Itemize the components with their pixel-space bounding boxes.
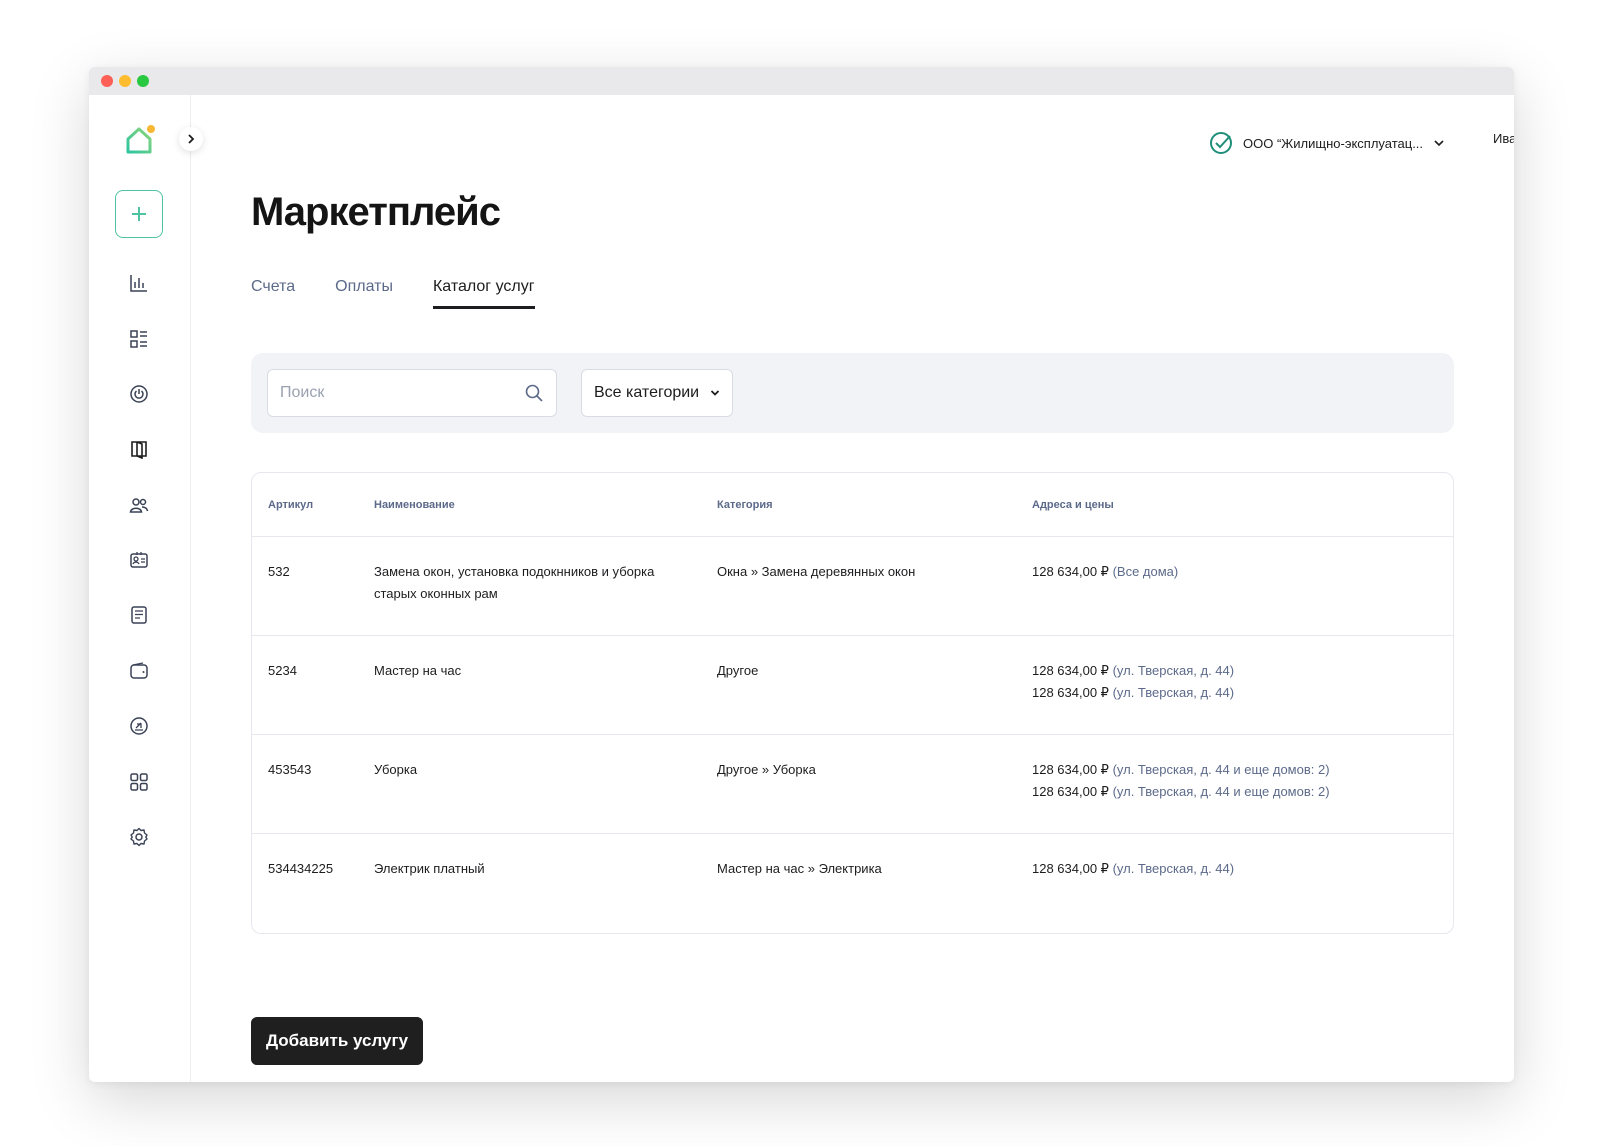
app-window: ООО “Жилищно-эксплуатац... Иван Маркетпл… [89, 67, 1514, 1082]
price-line: 128 634,00 ₽ (ул. Тверская, д. 44) [1032, 660, 1453, 682]
price-address: (Все дома) [1112, 564, 1179, 579]
book-icon [131, 441, 147, 459]
bar-chart-icon [130, 275, 147, 292]
table-row[interactable]: 5234 Мастер на час Другое 128 634,00 ₽ (… [252, 636, 1453, 735]
price-line: 128 634,00 ₽ (ул. Тверская, д. 44 и еще … [1032, 781, 1453, 803]
minimize-window-button[interactable] [119, 75, 131, 87]
price-address: (ул. Тверская, д. 44) [1112, 663, 1235, 678]
cell-category: Другое [717, 663, 759, 678]
tabs: Счета Оплаты Каталог услуг [251, 278, 575, 309]
services-table: Артикул Наименование Категория Адреса и … [251, 472, 1454, 934]
payment-icon [130, 717, 148, 735]
nav-marketplace[interactable] [127, 437, 151, 461]
nav-settings[interactable] [127, 825, 151, 849]
cell-category: Мастер на час » Электрика [717, 861, 882, 876]
column-header-name[interactable]: Наименование [374, 499, 717, 511]
cell-name: Электрик платный [374, 861, 485, 876]
cell-prices: 128 634,00 ₽ (Все дома) [1032, 561, 1453, 635]
add-service-button[interactable]: Добавить услугу [251, 1017, 423, 1065]
user-name: Иван [1493, 131, 1514, 146]
nav-analytics[interactable] [127, 271, 151, 295]
main-content: ООО “Жилищно-эксплуатац... Иван Маркетпл… [191, 95, 1514, 1082]
settings-icon [130, 827, 148, 847]
column-header-prices[interactable]: Адреса и цены [1032, 499, 1453, 511]
nav-power[interactable] [127, 382, 151, 406]
cell-prices: 128 634,00 ₽ (ул. Тверская, д. 44 и еще … [1032, 759, 1453, 833]
price-value: 128 634,00 ₽ [1032, 685, 1109, 700]
apps-grid-icon [130, 773, 148, 791]
window-titlebar [89, 67, 1514, 95]
table-row[interactable]: 453543 Уборка Другое » Уборка 128 634,00… [252, 735, 1453, 834]
price-address: (ул. Тверская, д. 44 и еще домов: 2) [1112, 762, 1330, 777]
price-line: 128 634,00 ₽ (ул. Тверская, д. 44 и еще … [1032, 759, 1453, 781]
home-logo-icon[interactable] [123, 123, 157, 157]
maximize-window-button[interactable] [137, 75, 149, 87]
page-title: Маркетплейс [251, 190, 501, 234]
price-line: 128 634,00 ₽ (ул. Тверская, д. 44) [1032, 858, 1453, 880]
price-address: (ул. Тверская, д. 44) [1112, 861, 1235, 876]
table-row[interactable]: 532 Замена окон, установка подокнников и… [252, 537, 1453, 636]
search-input[interactable] [280, 384, 524, 402]
search-icon[interactable] [524, 383, 544, 403]
filter-bar: Все категории [251, 353, 1454, 433]
id-card-icon [130, 552, 148, 568]
nav-documents[interactable] [127, 603, 151, 627]
cell-name: Уборка [374, 762, 418, 777]
price-address: (ул. Тверская, д. 44 и еще домов: 2) [1112, 784, 1330, 799]
cell-category: Другое » Уборка [717, 762, 816, 777]
category-select[interactable]: Все категории [581, 369, 733, 417]
organization-selector[interactable]: ООО “Жилищно-эксплуатац... [1209, 131, 1445, 155]
sidebar [89, 95, 203, 1082]
price-line: 128 634,00 ₽ (ул. Тверская, д. 44) [1032, 682, 1453, 704]
nav-payments[interactable] [127, 714, 151, 738]
chevron-down-icon [1434, 140, 1444, 147]
nav-wallet[interactable] [127, 659, 151, 683]
tab-service-catalog[interactable]: Каталог услуг [432, 278, 535, 309]
column-header-category[interactable]: Категория [717, 499, 1032, 511]
table-header: Артикул Наименование Категория Адреса и … [252, 473, 1453, 537]
wallet-icon [130, 662, 148, 679]
close-window-button[interactable] [101, 75, 113, 87]
verified-check-icon [1210, 132, 1232, 154]
cell-prices: 128 634,00 ₽ (ул. Тверская, д. 44) 128 6… [1032, 660, 1453, 734]
price-value: 128 634,00 ₽ [1032, 564, 1109, 579]
organization-name: ООО “Жилищно-эксплуатац... [1243, 135, 1424, 151]
cell-sku: 453543 [268, 762, 312, 777]
cell-category: Окна » Замена деревянных окон [717, 564, 916, 579]
add-icon [132, 207, 146, 221]
nav-dashboard[interactable] [127, 327, 151, 351]
nav-id-card[interactable] [127, 548, 151, 572]
table-row[interactable]: 534434225 Электрик платный Мастер на час… [252, 834, 1453, 933]
tab-payments[interactable]: Оплаты [335, 278, 393, 309]
category-select-value: Все категории [594, 384, 700, 401]
power-icon [130, 385, 148, 403]
chevron-down-icon [710, 390, 720, 396]
dashboard-list-icon [130, 330, 147, 348]
cell-sku: 532 [268, 564, 290, 579]
chevron-right-icon [188, 134, 195, 144]
document-icon [131, 606, 147, 624]
nav-apps[interactable] [127, 770, 151, 794]
users-icon [129, 498, 149, 513]
price-line: 128 634,00 ₽ (Все дома) [1032, 561, 1453, 583]
price-value: 128 634,00 ₽ [1032, 861, 1109, 876]
add-button[interactable] [115, 190, 163, 238]
tab-invoices[interactable]: Счета [251, 278, 295, 309]
cell-sku: 5234 [268, 663, 297, 678]
cell-name: Мастер на час [374, 663, 462, 678]
nav-users[interactable] [127, 493, 151, 517]
search-field [267, 369, 557, 417]
column-header-sku[interactable]: Артикул [252, 499, 374, 511]
cell-sku: 534434225 [268, 861, 334, 876]
cell-prices: 128 634,00 ₽ (ул. Тверская, д. 44) [1032, 858, 1453, 933]
price-address: (ул. Тверская, д. 44) [1112, 685, 1235, 700]
price-value: 128 634,00 ₽ [1032, 762, 1109, 777]
user-menu[interactable]: Иван [1493, 131, 1514, 146]
price-value: 128 634,00 ₽ [1032, 663, 1109, 678]
sidebar-expand-button[interactable] [179, 127, 203, 151]
price-value: 128 634,00 ₽ [1032, 784, 1109, 799]
cell-name: Замена окон, установка подокнников и убо… [374, 564, 655, 601]
